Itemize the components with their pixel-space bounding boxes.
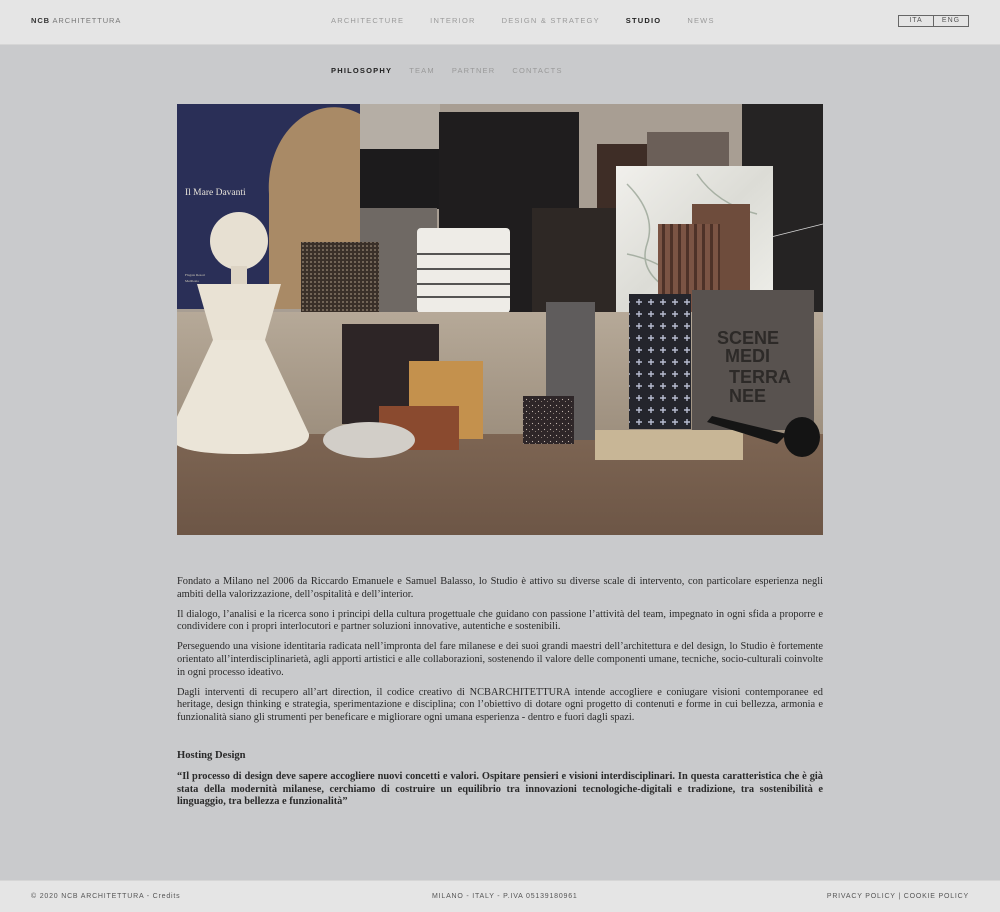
studio-subnav: PHILOSOPHY TEAM PARTNER CONTACTS [331, 66, 580, 75]
brand-rest: ARCHITETTURA [52, 16, 122, 25]
subnav-partner[interactable]: PARTNER [452, 66, 496, 75]
language-switcher: ITA ENG [898, 15, 969, 27]
footer-policies: PRIVACY POLICY | COOKIE POLICY [827, 893, 969, 900]
book-caption: Flagsta Resort [185, 273, 205, 277]
brand-bold: NCB [31, 16, 50, 25]
panel-text-2: MEDI [725, 346, 770, 366]
section-title: Hosting Design [177, 750, 246, 762]
book-caption-2: Medilesia [185, 279, 199, 283]
subnav-philosophy[interactable]: PHILOSOPHY [331, 66, 392, 75]
book-title: Il Mare Davanti [185, 188, 246, 198]
sandstone-brick [595, 430, 743, 460]
brand-logo[interactable]: NCB ARCHITETTURA [31, 16, 121, 25]
paragraph-3: Perseguendo una visione identitaria radi… [177, 641, 823, 678]
copyright-text: © 2020 NCB ARCHITETTURA - [31, 893, 153, 900]
lang-eng-button[interactable]: ENG [933, 16, 968, 26]
cookie-policy-link[interactable]: COOKIE POLICY [904, 893, 969, 900]
panel-text-3: TERRA [729, 367, 791, 387]
philosophy-content: Fondato a Milano nel 2006 da Riccardo Em… [177, 576, 823, 816]
nav-studio[interactable]: STUDIO [626, 16, 662, 25]
policy-separator: | [895, 893, 904, 900]
nav-architecture[interactable]: ARCHITECTURE [331, 16, 404, 25]
credits-link[interactable]: Credits [153, 893, 181, 900]
footer-copyright: © 2020 NCB ARCHITETTURA - Credits [31, 893, 180, 900]
nav-design-strategy[interactable]: DESIGN & STRATEGY [502, 16, 600, 25]
top-header: NCB ARCHITETTURA ARCHITECTURE INTERIOR D… [0, 0, 1000, 45]
footer: © 2020 NCB ARCHITETTURA - Credits MILANO… [0, 880, 1000, 912]
speckled-terrazzo [523, 396, 574, 444]
privacy-policy-link[interactable]: PRIVACY POLICY [827, 893, 896, 900]
footer-address: MILANO - ITALY - P.IVA 05139180961 [432, 893, 578, 900]
panel-text-4: NEE [729, 386, 766, 406]
hosting-design-quote: “Il processo di design deve sapere accog… [177, 771, 823, 808]
panel-text-1: SCENE [717, 328, 779, 348]
main-nav: ARCHITECTURE INTERIOR DESIGN & STRATEGY … [331, 16, 741, 25]
paragraph-4: Dagli interventi di recupero all’art dir… [177, 686, 823, 723]
paragraph-2: Il dialogo, l’analisi e la ricerca sono … [177, 608, 823, 633]
linen-swatch [360, 104, 440, 152]
door-handle-rose [784, 417, 820, 457]
subnav-contacts[interactable]: CONTACTS [512, 66, 562, 75]
subnav-team[interactable]: TEAM [409, 66, 435, 75]
nav-news[interactable]: NEWS [687, 16, 714, 25]
lang-ita-button[interactable]: ITA [899, 16, 933, 26]
hero-image: Il Mare Davanti Flagsta Resort Medilesia [177, 104, 823, 535]
black-ribbed-swatch [360, 149, 440, 209]
white-striped-tile [417, 228, 510, 313]
patterned-tile [629, 294, 691, 429]
nav-interior[interactable]: INTERIOR [430, 16, 475, 25]
paragraph-1: Fondato a Milano nel 2006 da Riccardo Em… [177, 576, 823, 600]
stone-pebble [323, 422, 415, 458]
woven-fabric-swatch [301, 242, 379, 314]
moodboard-illustration: Il Mare Davanti Flagsta Resort Medilesia [177, 104, 823, 535]
dark-brown-slab [532, 208, 617, 313]
